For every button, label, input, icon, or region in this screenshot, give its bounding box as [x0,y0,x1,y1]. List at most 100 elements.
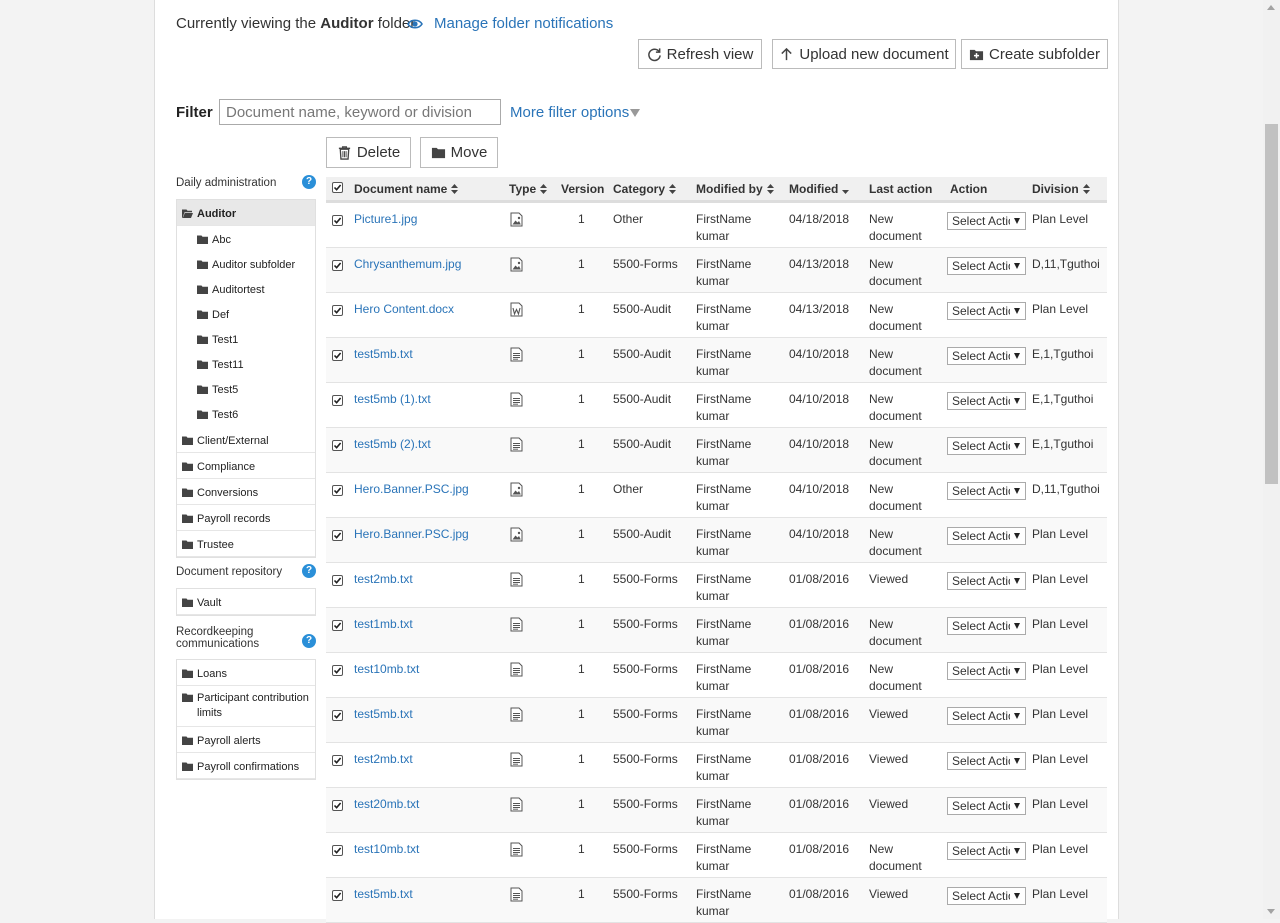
row-checkbox[interactable] [332,890,343,901]
action-select[interactable]: Select Action [947,347,1026,365]
action-select[interactable]: Select Action [947,257,1026,275]
action-select[interactable]: Select Action [947,842,1026,860]
row-checkbox[interactable] [332,800,343,811]
sidebar-folder-item[interactable]: Test5 [177,376,315,401]
sidebar-folder-item[interactable]: Payroll confirmations [177,753,315,779]
document-name-link[interactable]: Picture1.jpg [354,211,417,228]
action-select[interactable]: Select Action [947,482,1026,500]
row-checkbox[interactable] [332,530,343,541]
column-modified[interactable]: Modified [789,182,850,196]
row-checkbox[interactable] [332,350,343,361]
document-name-link[interactable]: test5mb.txt [354,706,413,723]
row-checkbox[interactable] [332,665,343,676]
action-select[interactable]: Select Action [947,212,1026,230]
document-name-link[interactable]: test5mb.txt [354,346,413,363]
document-name-link[interactable]: test5mb (2).txt [354,436,431,453]
sidebar-folder-item[interactable]: Auditor subfolder [177,251,315,276]
row-checkbox[interactable] [332,575,343,586]
action-select[interactable]: Select Action [947,707,1026,725]
delete-button[interactable]: Delete [326,137,411,168]
sidebar-folder-item[interactable]: Compliance [177,453,315,479]
column-category[interactable]: Category [613,182,677,196]
column-document-name[interactable]: Document name [354,182,459,196]
sidebar-folder-item[interactable]: Test11 [177,351,315,376]
create-subfolder-button[interactable]: Create subfolder [961,39,1108,69]
scrollbar-thumb[interactable] [1265,124,1278,484]
action-select[interactable]: Select Action [947,752,1026,770]
row-checkbox[interactable] [332,395,343,406]
caret-down-icon[interactable] [630,109,640,117]
action-select[interactable]: Select Action [947,437,1026,455]
document-name-link[interactable]: Hero.Banner.PSC.jpg [354,481,469,498]
recordkeeping-communications-heading: Recordkeeping communications [176,626,260,650]
column-modified-by[interactable]: Modified by [696,182,774,196]
sidebar-folder-item[interactable]: Trustee [177,531,315,557]
page-scrollbar[interactable] [1263,0,1280,919]
document-name-link[interactable]: test2mb.txt [354,571,413,588]
modified-date-cell: 04/10/2018 [789,437,850,451]
document-name-link[interactable]: test5mb (1).txt [354,391,431,408]
sidebar-folder-item[interactable]: Auditor [177,200,315,226]
last-action-cell: New document [869,346,922,380]
action-select[interactable]: Select Action [947,662,1026,680]
action-select[interactable]: Select Action [947,887,1026,905]
caret-down-icon [1014,218,1020,224]
column-type[interactable]: Type [509,182,548,196]
refresh-view-button[interactable]: Refresh view [638,39,762,69]
help-icon[interactable]: ? [302,564,316,578]
eye-icon[interactable] [407,16,423,32]
sidebar-folder-item[interactable]: Vault [177,589,315,615]
sidebar-folder-item[interactable]: Conversions [177,479,315,505]
action-select[interactable]: Select Action [947,302,1026,320]
row-checkbox[interactable] [332,845,343,856]
sidebar-folder-item[interactable]: Loans [177,660,315,686]
sidebar-folder-item[interactable]: Participant contribution limits [177,686,315,727]
row-checkbox[interactable] [332,620,343,631]
sidebar-folder-item[interactable]: Abc [177,226,315,251]
document-name-link[interactable]: test10mb.txt [354,661,419,678]
version-cell: 1 [578,302,585,316]
last-action-line1: New [869,257,894,271]
sidebar-folder-item[interactable]: Payroll records [177,505,315,531]
row-checkbox[interactable] [332,440,343,451]
more-filter-options-link[interactable]: More filter options [510,104,629,121]
row-checkbox[interactable] [332,485,343,496]
document-name-link[interactable]: test5mb.txt [354,886,413,903]
sidebar-folder-item[interactable]: Test6 [177,401,315,427]
last-action-line1: New [869,617,894,631]
select-all-checkbox[interactable] [332,182,343,193]
action-select[interactable]: Select Action [947,527,1026,545]
category-cell: Other [613,482,644,496]
document-name-link[interactable]: test10mb.txt [354,841,419,858]
action-select[interactable]: Select Action [947,392,1026,410]
sidebar-folder-item[interactable]: Test1 [177,326,315,351]
document-name-link[interactable]: test20mb.txt [354,796,419,813]
row-checkbox[interactable] [332,260,343,271]
scroll-up-icon[interactable] [1267,5,1275,10]
action-select[interactable]: Select Action [947,617,1026,635]
move-button[interactable]: Move [420,137,498,168]
row-checkbox[interactable] [332,710,343,721]
upload-document-button[interactable]: Upload new document [772,39,956,69]
action-select[interactable]: Select Action [947,797,1026,815]
document-name-link[interactable]: Hero Content.docx [354,301,454,318]
sidebar-folder-item[interactable]: Client/External [177,427,315,453]
document-name-link[interactable]: Hero.Banner.PSC.jpg [354,526,469,543]
filter-input[interactable] [219,99,501,125]
manage-notifications-link[interactable]: Manage folder notifications [434,15,613,32]
upload-document-label: Upload new document [799,45,949,63]
action-select[interactable]: Select Action [947,572,1026,590]
scroll-down-icon[interactable] [1267,909,1275,914]
column-division[interactable]: Division [1032,182,1090,196]
sidebar-folder-item[interactable]: Auditortest [177,276,315,301]
row-checkbox[interactable] [332,305,343,316]
document-name-link[interactable]: test1mb.txt [354,616,413,633]
document-name-link[interactable]: test2mb.txt [354,751,413,768]
row-checkbox[interactable] [332,755,343,766]
row-checkbox[interactable] [332,215,343,226]
help-icon[interactable]: ? [302,175,316,189]
sidebar-folder-item[interactable]: Def [177,301,315,326]
help-icon[interactable]: ? [302,634,316,648]
document-name-link[interactable]: Chrysanthemum.jpg [354,256,461,273]
sidebar-folder-item[interactable]: Payroll alerts [177,727,315,753]
